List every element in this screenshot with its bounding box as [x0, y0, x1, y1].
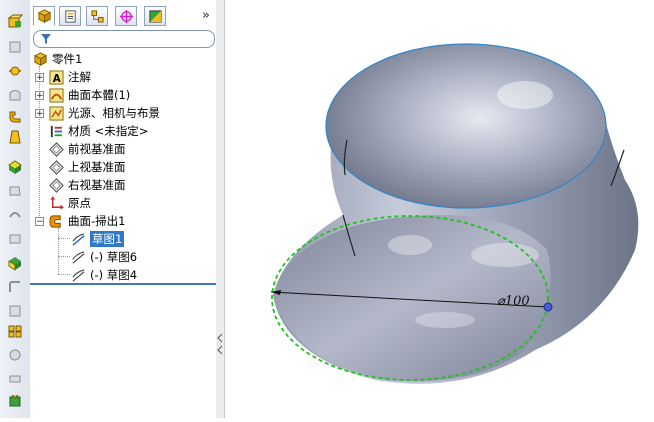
model-view[interactable]: ⌀100 — [225, 0, 654, 418]
boundary-boss-icon[interactable] — [5, 128, 25, 146]
filter-icon — [41, 34, 51, 44]
panel-splitter[interactable] — [216, 0, 225, 418]
tree-item-label: (-) 草图4 — [90, 268, 138, 282]
tree-item-label: 原点 — [68, 196, 91, 210]
graphics-viewport[interactable]: ⌀100 — [225, 0, 654, 418]
tree-item-top-plane[interactable]: 上视基准面 — [48, 158, 126, 176]
configuration-manager-tab[interactable] — [86, 6, 108, 26]
shell-icon[interactable] — [5, 346, 25, 364]
boundary-cut-icon[interactable] — [5, 254, 25, 272]
sweep-icon[interactable] — [5, 62, 25, 80]
extruded-boss-icon[interactable] — [5, 12, 25, 30]
collapse-toggle[interactable]: − — [35, 216, 44, 226]
command-toolbar — [0, 0, 31, 418]
feature-manager-panel: » 零件1 + A 注解 + 曲面本體(1) + 光源、相机与布景 材质 <未指… — [30, 0, 217, 418]
fillet-icon[interactable] — [5, 278, 25, 296]
expand-toggle[interactable]: + — [35, 72, 44, 82]
rollback-bar[interactable] — [30, 283, 216, 285]
dimension-handle[interactable] — [543, 302, 553, 312]
linear-pattern-icon[interactable] — [5, 322, 25, 340]
tree-item-label: 材质 <未指定> — [68, 124, 149, 138]
tree-item-right-plane[interactable]: 右视基准面 — [48, 176, 126, 194]
rib-icon[interactable] — [5, 370, 25, 388]
collapse-arrow-icon[interactable] — [217, 332, 223, 356]
tree-root-label: 零件1 — [52, 52, 83, 66]
tree-item-label: 注解 — [68, 70, 91, 84]
revolved-cut-icon[interactable] — [5, 182, 25, 200]
expand-panel-button[interactable]: » — [202, 8, 210, 23]
sketch-icon — [70, 231, 86, 247]
top-opening-face[interactable] — [325, 43, 607, 209]
tree-item-label: 右视基准面 — [68, 178, 126, 192]
tree-item-sketch4[interactable]: (-) 草图4 — [70, 266, 137, 284]
tree-item-front-plane[interactable]: 前视基准面 — [48, 140, 126, 158]
property-manager-tab[interactable] — [59, 6, 81, 26]
display-manager-tab[interactable] — [144, 6, 166, 26]
tree-item-sketch1[interactable]: 草图1 — [70, 230, 125, 248]
tree-item-lights-cameras[interactable]: + 光源、相机与布景 — [35, 104, 160, 122]
tree-item-label: 草图1 — [90, 231, 125, 247]
tree-item-label: 曲面-掃出1 — [68, 214, 126, 228]
tree-item-label: 光源、相机与布景 — [68, 106, 160, 120]
tree-item-label: 曲面本體(1) — [68, 88, 131, 102]
tree-filter-input[interactable] — [33, 30, 215, 48]
tree-item-sketch6[interactable]: (-) 草图6 — [70, 248, 137, 266]
surface-bodies-icon — [48, 87, 64, 103]
tree-item-annotations[interactable]: + A 注解 — [35, 68, 91, 86]
panel-tab-bar: » — [30, 4, 216, 28]
origin-icon — [48, 195, 64, 211]
diameter-dimension-label[interactable]: ⌀100 — [497, 294, 530, 309]
revolve-icon[interactable] — [5, 38, 25, 56]
sketch-icon — [70, 267, 86, 283]
feature-manager-tab[interactable] — [33, 6, 55, 26]
loft-icon[interactable] — [5, 86, 25, 104]
expand-toggle[interactable]: + — [35, 108, 44, 118]
tree-item-material[interactable]: 材质 <未指定> — [48, 122, 148, 140]
sketch-icon — [70, 249, 86, 265]
plane-icon — [48, 141, 64, 157]
mirror-icon[interactable] — [5, 392, 25, 410]
tree-item-label: 上视基准面 — [68, 160, 126, 174]
dimxpert-tab[interactable] — [115, 6, 137, 26]
plane-icon — [48, 177, 64, 193]
annotations-icon: A — [48, 69, 64, 85]
expand-toggle[interactable]: + — [35, 90, 44, 100]
tree-item-surface-bodies[interactable]: + 曲面本體(1) — [35, 86, 130, 104]
tree-root-part[interactable]: 零件1 — [32, 50, 82, 68]
lofted-cut-icon[interactable] — [5, 230, 25, 248]
swept-cut-icon[interactable] — [5, 206, 25, 224]
plane-icon — [48, 159, 64, 175]
part-icon — [32, 51, 48, 67]
tree-item-sweep-surface[interactable]: − 曲面-掃出1 — [35, 212, 125, 230]
material-icon — [48, 123, 64, 139]
lights-cameras-scene-icon — [48, 105, 64, 121]
chamfer-icon[interactable] — [5, 302, 25, 320]
tree-item-label: (-) 草图6 — [90, 250, 138, 264]
tree-item-label: 前视基准面 — [68, 142, 126, 156]
tree-item-origin[interactable]: 原点 — [48, 194, 91, 212]
sweep-surface-icon — [48, 213, 64, 229]
magnet-icon[interactable] — [5, 108, 25, 126]
extruded-cut-icon[interactable] — [5, 158, 25, 176]
svg-text:A: A — [52, 73, 60, 85]
